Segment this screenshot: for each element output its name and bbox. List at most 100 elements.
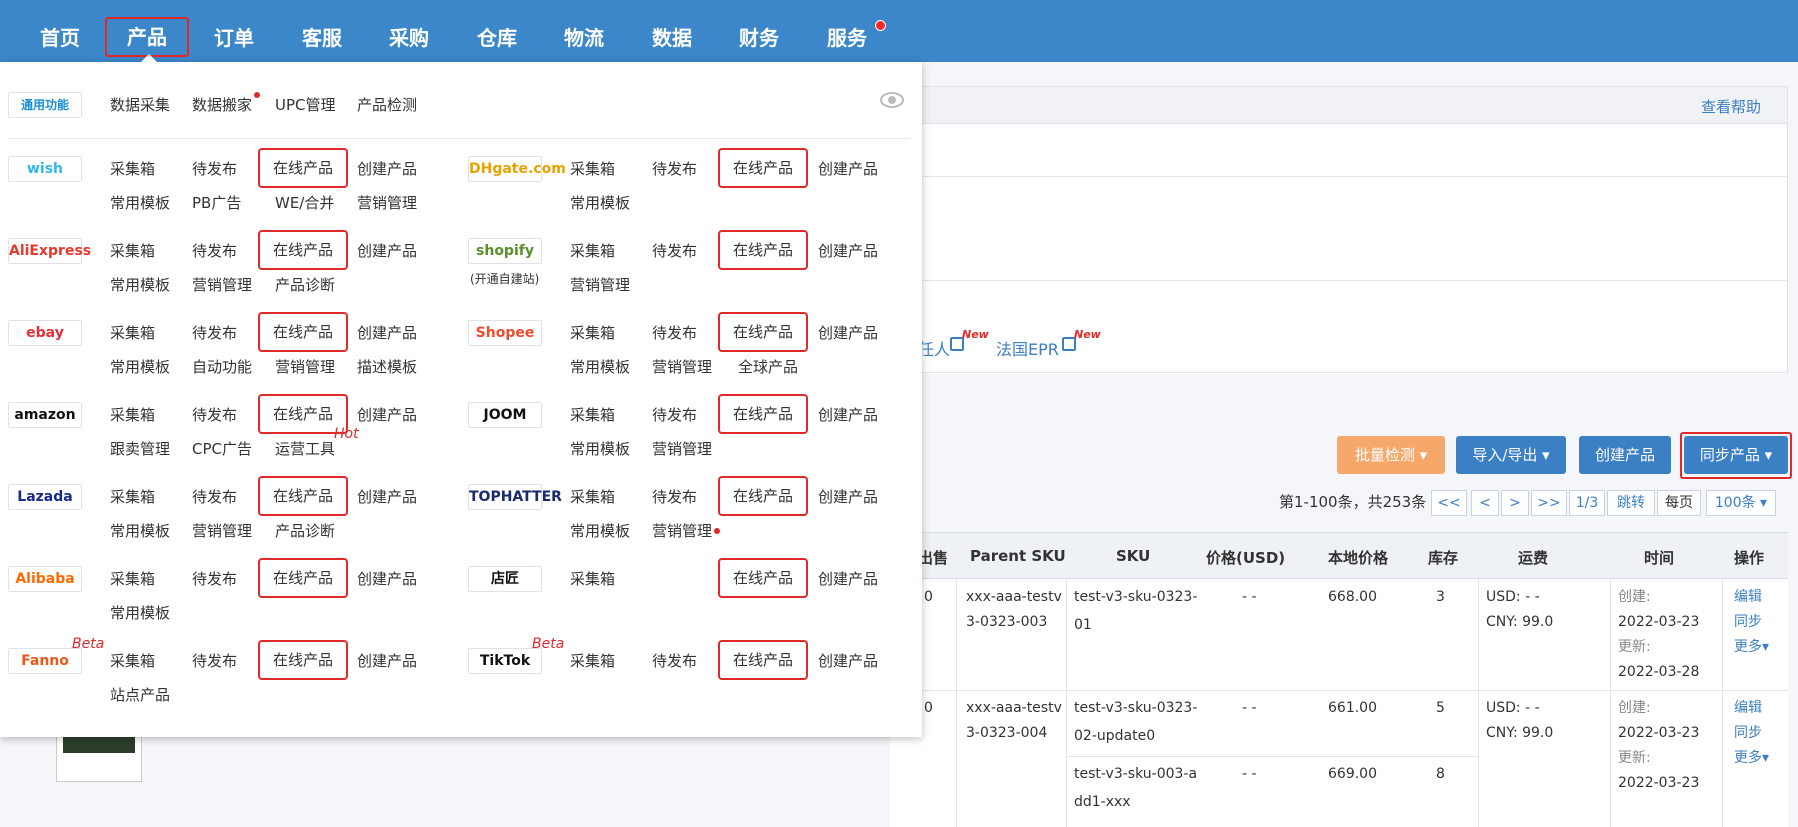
nav-orders[interactable]: 订单 (192, 18, 276, 58)
platform-menu-item[interactable]: 创建产品 (357, 486, 417, 507)
platform-logo-4[interactable]: ebay (8, 320, 82, 346)
platform-menu-item[interactable]: 创建产品 (357, 650, 417, 671)
platform-menu-item[interactable]: 营销管理 (275, 356, 335, 377)
responsible-person-link[interactable]: 任人 (918, 336, 950, 360)
help-link[interactable]: 查看帮助 (1701, 96, 1761, 117)
platform-logo-0[interactable]: wish (8, 156, 82, 182)
platform-menu-item[interactable]: 常用模板 (110, 192, 170, 213)
platform-menu-item[interactable]: 常用模板 (570, 520, 630, 541)
nav-home[interactable]: 首页 (18, 18, 102, 58)
platform-menu-item[interactable]: 待发布 (652, 650, 697, 671)
online-products-link[interactable]: 在线产品 (258, 230, 348, 270)
platform-logo-7[interactable]: JOOM (468, 402, 542, 428)
platform-menu-item[interactable]: 待发布 (652, 240, 697, 261)
platform-logo-8[interactable]: Lazada (8, 484, 82, 510)
online-products-link[interactable]: 在线产品 (258, 148, 348, 188)
platform-menu-item[interactable]: 待发布 (652, 486, 697, 507)
platform-menu-item[interactable]: 创建产品 (357, 158, 417, 179)
pager-first-button[interactable]: << (1431, 490, 1467, 516)
nav-data[interactable]: 数据 (630, 18, 714, 58)
platform-logo-3[interactable]: shopify (468, 238, 542, 264)
online-products-link[interactable]: 在线产品 (718, 230, 808, 270)
platform-menu-item[interactable]: 自动功能 (192, 356, 252, 377)
platform-menu-item[interactable]: 待发布 (192, 568, 237, 589)
pager-last-button[interactable]: >> (1531, 490, 1567, 516)
platform-menu-item[interactable]: 创建产品 (818, 158, 878, 179)
platform-menu-item[interactable]: 常用模板 (110, 356, 170, 377)
platform-menu-item[interactable]: 待发布 (192, 322, 237, 343)
sync-product-button[interactable]: 同步产品 ▾ (1684, 436, 1788, 474)
platform-menu-item[interactable]: 全球产品 (738, 356, 798, 377)
platform-menu-item[interactable]: 采集箱 (110, 240, 155, 261)
sync-link[interactable]: 同步 (1734, 721, 1762, 746)
platform-menu-item[interactable]: 营销管理 (570, 274, 630, 295)
platform-menu-item[interactable]: 待发布 (652, 404, 697, 425)
general-item-1[interactable]: 数据搬家 (192, 94, 252, 115)
platform-menu-item[interactable]: 采集箱 (570, 158, 615, 179)
platform-menu-item[interactable]: 采集箱 (570, 486, 615, 507)
batch-check-button[interactable]: 批量检测 ▾ (1337, 436, 1445, 474)
platform-logo-12[interactable]: Fanno (8, 648, 82, 674)
create-product-button[interactable]: 创建产品 (1579, 436, 1671, 474)
general-item-3[interactable]: 产品检测 (357, 94, 417, 115)
platform-menu-item[interactable]: 创建产品 (357, 322, 417, 343)
nav-customer-service[interactable]: 客服 (280, 18, 364, 58)
nav-finance[interactable]: 财务 (717, 18, 801, 58)
platform-menu-item[interactable]: 常用模板 (110, 274, 170, 295)
platform-menu-item[interactable]: 运营工具 (275, 438, 335, 459)
platform-menu-item[interactable]: 营销管理 (192, 274, 252, 295)
platform-menu-item[interactable]: PB广告 (192, 192, 241, 213)
platform-menu-item[interactable]: WE/合并 (275, 192, 334, 213)
platform-menu-item[interactable]: 采集箱 (570, 322, 615, 343)
online-products-link[interactable]: 在线产品 (718, 476, 808, 516)
platform-menu-item[interactable]: 营销管理 (652, 356, 712, 377)
platform-menu-item[interactable]: 待发布 (192, 240, 237, 261)
platform-menu-item[interactable]: 常用模板 (110, 520, 170, 541)
platform-menu-item[interactable]: CPC广告 (192, 438, 252, 459)
platform-menu-item[interactable]: 产品诊断 (275, 520, 335, 541)
eye-icon[interactable] (880, 92, 904, 108)
nav-purchase[interactable]: 采购 (367, 18, 451, 58)
online-products-link[interactable]: 在线产品 (718, 148, 808, 188)
platform-menu-item[interactable]: 营销管理 (357, 192, 417, 213)
platform-menu-item[interactable]: 采集箱 (110, 322, 155, 343)
nav-product[interactable]: 产品 (105, 17, 189, 57)
general-item-2[interactable]: UPC管理 (275, 94, 336, 115)
online-products-link[interactable]: 在线产品 (258, 476, 348, 516)
pager-jump-button[interactable]: 跳转 (1607, 490, 1655, 516)
online-products-link[interactable]: 在线产品 (718, 558, 808, 598)
import-export-button[interactable]: 导入/导出 ▾ (1456, 436, 1566, 474)
platform-menu-item[interactable]: 创建产品 (357, 568, 417, 589)
pager-prev-button[interactable]: < (1471, 490, 1499, 516)
platform-logo-5[interactable]: Shopee (468, 320, 542, 346)
platform-logo-13[interactable]: TikTok (468, 648, 542, 674)
platform-menu-item[interactable]: 待发布 (192, 486, 237, 507)
online-products-link[interactable]: 在线产品 (258, 312, 348, 352)
nav-logistics[interactable]: 物流 (542, 18, 626, 58)
platform-logo-9[interactable]: TOPHATTER (468, 484, 562, 510)
platform-logo-1[interactable]: DHgate.com (468, 156, 566, 182)
platform-logo-2[interactable]: AliExpress (8, 238, 91, 264)
platform-menu-item[interactable]: 常用模板 (570, 438, 630, 459)
platform-menu-item[interactable]: 营销管理 (652, 438, 712, 459)
online-products-link[interactable]: 在线产品 (718, 312, 808, 352)
platform-menu-item[interactable]: 描述模板 (357, 356, 417, 377)
platform-menu-item[interactable]: 待发布 (192, 650, 237, 671)
per-page-select[interactable]: 100条 ▾ (1706, 490, 1776, 516)
more-dropdown[interactable]: 更多▾ (1734, 635, 1769, 660)
platform-menu-item[interactable]: 产品诊断 (275, 274, 335, 295)
online-products-link[interactable]: 在线产品 (258, 558, 348, 598)
platform-menu-item[interactable]: 创建产品 (818, 240, 878, 261)
platform-menu-item[interactable]: 常用模板 (110, 602, 170, 623)
pager-next-button[interactable]: > (1501, 490, 1529, 516)
platform-menu-item[interactable]: 采集箱 (110, 158, 155, 179)
platform-menu-item[interactable]: 采集箱 (570, 650, 615, 671)
nav-warehouse[interactable]: 仓库 (455, 18, 539, 58)
platform-menu-item[interactable]: 采集箱 (570, 404, 615, 425)
platform-logo-11[interactable]: 店匠 (468, 566, 542, 592)
edit-link[interactable]: 编辑 (1734, 696, 1762, 721)
platform-menu-item[interactable]: 创建产品 (818, 486, 878, 507)
platform-menu-item[interactable]: 跟卖管理 (110, 438, 170, 459)
platform-menu-item[interactable]: 创建产品 (357, 240, 417, 261)
platform-menu-item[interactable]: 采集箱 (110, 568, 155, 589)
